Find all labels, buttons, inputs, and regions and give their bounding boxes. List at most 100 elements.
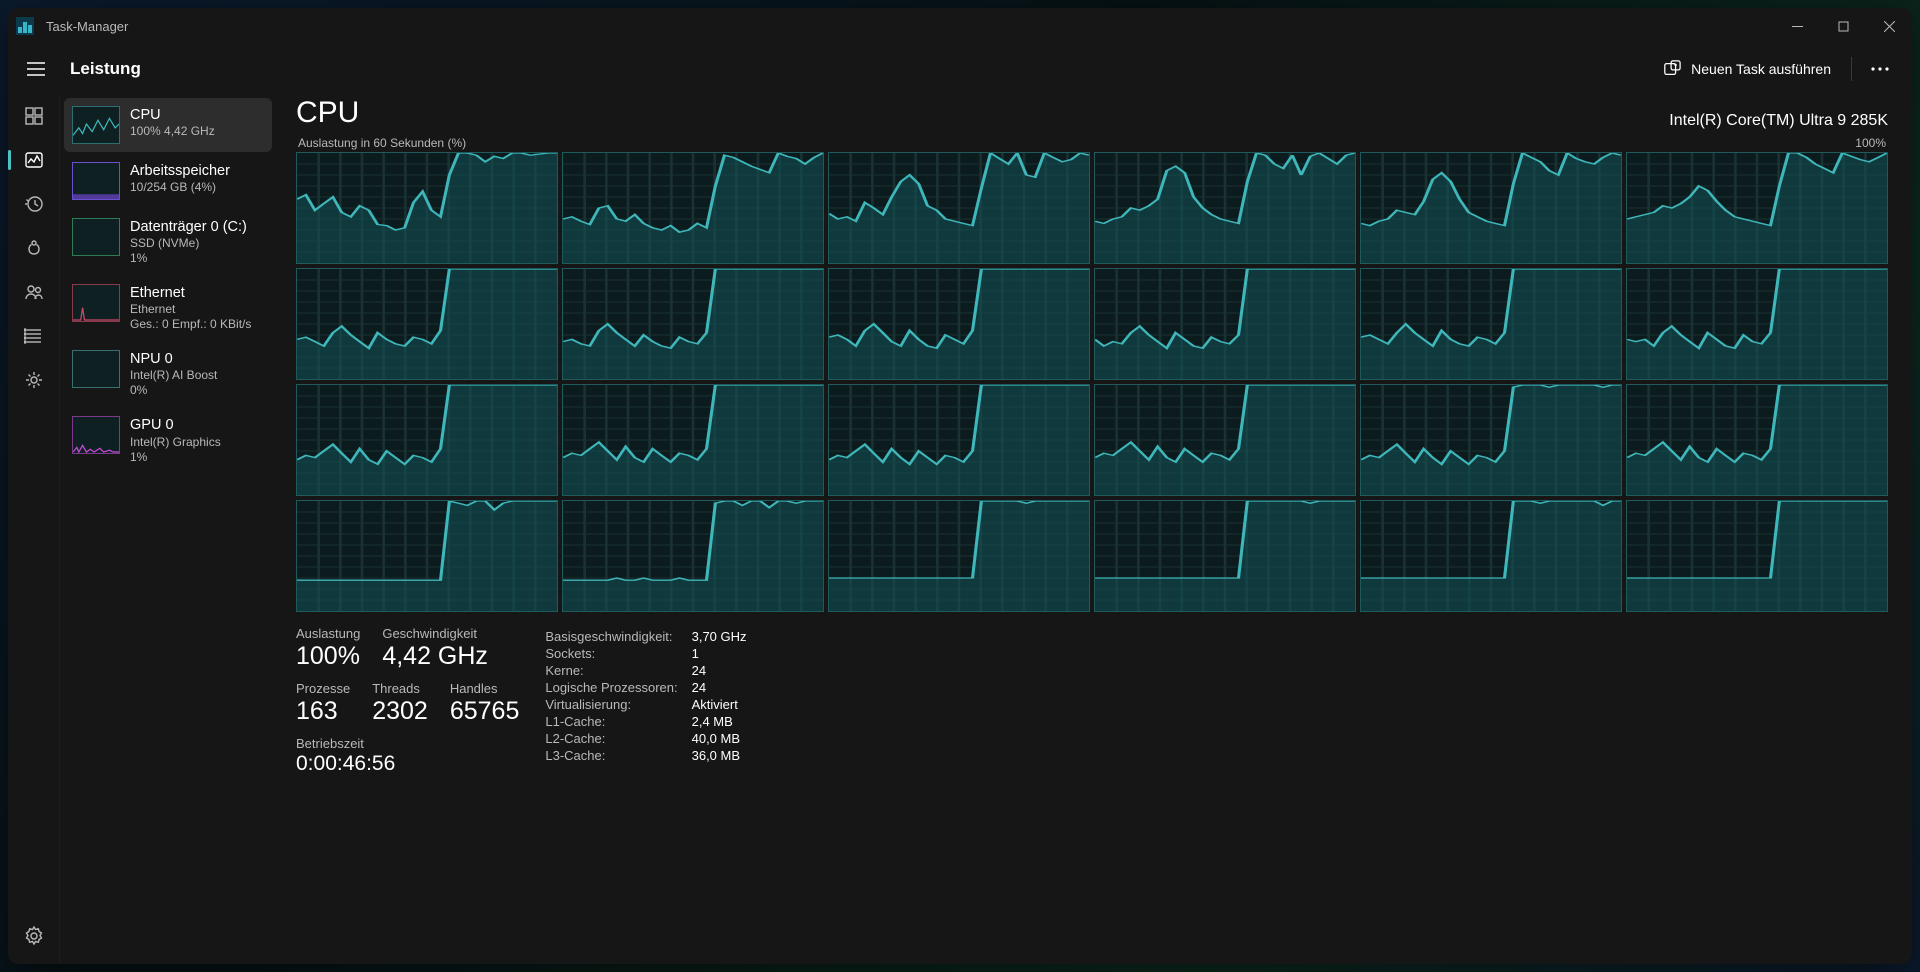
spec-virt-k: Virtualisierung: — [545, 697, 677, 712]
main-header: CPU Intel(R) Core(TM) Ultra 9 285K — [296, 96, 1888, 130]
stat-threads-label: Threads — [372, 681, 428, 696]
cpu-core-cell-2 — [828, 152, 1090, 264]
task-manager-window: Task-Manager Leistung Neuen Task ausführ… — [8, 8, 1912, 964]
nav-users[interactable] — [14, 274, 54, 310]
chart-caption-right: 100% — [1855, 136, 1886, 150]
cpu-core-cell-5 — [1626, 152, 1888, 264]
resource-gpu[interactable]: GPU 0Intel(R) Graphics1% — [64, 408, 272, 472]
nav-startup[interactable] — [14, 230, 54, 266]
main-panel: CPU Intel(R) Core(TM) Ultra 9 285K Ausla… — [278, 94, 1912, 964]
stat-auslastung-value: 100% — [296, 641, 360, 671]
resource-memory[interactable]: Arbeitsspeicher10/254 GB (4%) — [64, 154, 272, 208]
spec-l3-k: L3-Cache: — [545, 748, 677, 763]
resource-cpu-name: CPU — [130, 106, 215, 124]
stat-betrieb-value: 0:00:46:56 — [296, 751, 519, 776]
cpu-core-cell-14 — [828, 384, 1090, 496]
gpu-thumb-icon — [72, 416, 120, 454]
spec-sockets-k: Sockets: — [545, 646, 677, 661]
spec-virt-v: Aktiviert — [692, 697, 747, 712]
maximize-button[interactable] — [1820, 8, 1866, 44]
resource-disk-name: Datenträger 0 (C:) — [130, 218, 247, 236]
resource-npu-name: NPU 0 — [130, 350, 217, 368]
cpu-core-cell-11 — [1626, 268, 1888, 380]
minimize-button[interactable] — [1774, 8, 1820, 44]
resource-disk[interactable]: Datenträger 0 (C:)SSD (NVMe)1% — [64, 210, 272, 274]
resource-disk-sub2: 1% — [130, 251, 247, 266]
spec-l2-k: L2-Cache: — [545, 731, 677, 746]
ethernet-thumb-icon — [72, 284, 120, 322]
nav-services[interactable] — [14, 362, 54, 398]
resource-ethernet-sub2: Ges.: 0 Empf.: 0 KBit/s — [130, 317, 251, 332]
resource-npu[interactable]: NPU 0Intel(R) AI Boost0% — [64, 342, 272, 406]
stat-threads-value: 2302 — [372, 696, 428, 726]
cpu-core-cell-7 — [562, 268, 824, 380]
resource-ethernet-name: Ethernet — [130, 284, 251, 302]
spec-l1-k: L1-Cache: — [545, 714, 677, 729]
cpu-core-cell-4 — [1360, 152, 1622, 264]
cpu-stats: Auslastung100% Geschwindigkeit4,42 GHz P… — [296, 626, 1888, 776]
resource-cpu[interactable]: CPU100% 4,42 GHz — [64, 98, 272, 152]
cpu-core-cell-16 — [1360, 384, 1622, 496]
cpu-model-name: Intel(R) Core(TM) Ultra 9 285K — [1669, 112, 1888, 130]
cpu-core-grid[interactable] — [296, 152, 1888, 612]
chart-caption-left: Auslastung in 60 Sekunden (%) — [298, 136, 466, 150]
cpu-core-cell-1 — [562, 152, 824, 264]
cpu-core-cell-22 — [1360, 500, 1622, 612]
resource-ethernet-sub: Ethernet — [130, 302, 251, 317]
cpu-core-cell-15 — [1094, 384, 1356, 496]
spec-sockets-v: 1 — [692, 646, 747, 661]
npu-thumb-icon — [72, 350, 120, 388]
titlebar: Task-Manager — [8, 8, 1912, 44]
more-button[interactable] — [1860, 51, 1900, 87]
nav-details[interactable] — [14, 318, 54, 354]
stat-gesch-label: Geschwindigkeit — [382, 626, 488, 641]
stat-prozesse-label: Prozesse — [296, 681, 350, 696]
content: CPU100% 4,42 GHz Arbeitsspeicher10/254 G… — [60, 94, 1912, 964]
nav-performance[interactable] — [14, 142, 54, 178]
cpu-core-cell-20 — [828, 500, 1090, 612]
spec-basis-v: 3,70 GHz — [692, 629, 747, 644]
cpu-core-cell-9 — [1094, 268, 1356, 380]
body: CPU100% 4,42 GHz Arbeitsspeicher10/254 G… — [8, 94, 1912, 964]
spec-kerne-v: 24 — [692, 663, 747, 678]
cpu-core-cell-6 — [296, 268, 558, 380]
spec-basis-k: Basisgeschwindigkeit: — [545, 629, 677, 644]
stat-handles-label: Handles — [450, 681, 520, 696]
close-button[interactable] — [1866, 8, 1912, 44]
run-new-task-label: Neuen Task ausführen — [1691, 61, 1831, 77]
spec-l2-v: 40,0 MB — [692, 731, 747, 746]
spec-lp-v: 24 — [692, 680, 747, 695]
resource-ethernet[interactable]: EthernetEthernetGes.: 0 Empf.: 0 KBit/s — [64, 276, 272, 340]
app-icon — [16, 17, 34, 35]
cpu-core-cell-23 — [1626, 500, 1888, 612]
resource-list: CPU100% 4,42 GHz Arbeitsspeicher10/254 G… — [60, 94, 278, 964]
cpu-core-cell-18 — [296, 500, 558, 612]
divider — [1851, 57, 1852, 81]
nav-app-history[interactable] — [14, 186, 54, 222]
spec-l1-v: 2,4 MB — [692, 714, 747, 729]
stat-prozesse-value: 163 — [296, 696, 350, 726]
cpu-core-cell-10 — [1360, 268, 1622, 380]
cpu-core-cell-21 — [1094, 500, 1356, 612]
cpu-core-cell-13 — [562, 384, 824, 496]
disk-thumb-icon — [72, 218, 120, 256]
resource-cpu-sub: 100% 4,42 GHz — [130, 124, 215, 139]
run-new-task-button[interactable]: Neuen Task ausführen — [1651, 51, 1843, 87]
stat-auslastung-label: Auslastung — [296, 626, 360, 641]
cpu-core-cell-3 — [1094, 152, 1356, 264]
ellipsis-icon — [1871, 60, 1889, 78]
resource-gpu-sub2: 1% — [130, 450, 221, 465]
main-heading: CPU — [296, 96, 359, 130]
spec-kerne-k: Kerne: — [545, 663, 677, 678]
nav-processes[interactable] — [14, 98, 54, 134]
resource-memory-sub: 10/254 GB (4%) — [130, 180, 230, 195]
hamburger-button[interactable] — [18, 51, 54, 87]
resource-memory-name: Arbeitsspeicher — [130, 162, 230, 180]
nav-settings[interactable] — [14, 918, 54, 954]
resource-npu-sub2: 0% — [130, 383, 217, 398]
spec-l3-v: 36,0 MB — [692, 748, 747, 763]
memory-thumb-icon — [72, 162, 120, 200]
stat-gesch-value: 4,42 GHz — [382, 641, 488, 671]
cpu-core-cell-12 — [296, 384, 558, 496]
app-title: Task-Manager — [46, 19, 128, 34]
